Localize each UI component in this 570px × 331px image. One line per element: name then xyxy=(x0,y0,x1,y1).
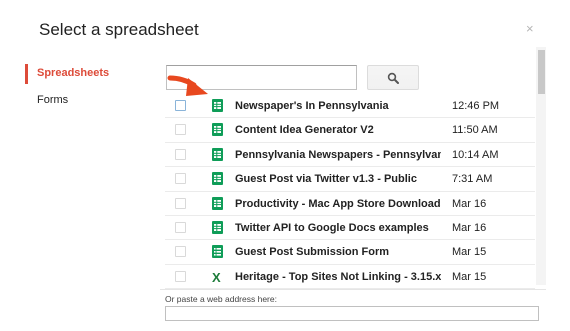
paste-url-input[interactable] xyxy=(165,306,539,321)
forms-icon xyxy=(212,245,223,259)
svg-text:X: X xyxy=(212,270,221,283)
file-row[interactable]: Twitter API to Google Docs examples Mar 1… xyxy=(165,216,535,241)
file-modified-time: Mar 16 xyxy=(452,221,487,234)
file-row[interactable]: Content Idea Generator V2 11:50 AM xyxy=(165,118,535,143)
annotation-arrow-icon xyxy=(167,75,208,96)
file-checkbox[interactable] xyxy=(175,148,186,160)
file-row[interactable]: Newspaper's In Pennsylvania 12:46 PM xyxy=(165,94,535,119)
file-name: Newspaper's In Pennsylvania xyxy=(235,100,389,112)
file-modified-time: Mar 15 xyxy=(452,270,487,283)
file-name: Productivity - Mac App Store Downloads o… xyxy=(235,197,441,210)
file-checkbox[interactable] xyxy=(175,197,186,209)
file-list: Newspaper's In Pennsylvania 12:46 PM Conte… xyxy=(165,94,535,290)
file-checkbox[interactable] xyxy=(175,270,186,282)
file-row[interactable]: Guest Post via Twitter v1.3 - Public 7:31… xyxy=(165,167,535,192)
sidebar-item-spreadsheets[interactable]: Spreadsheets xyxy=(25,60,145,87)
sheets-icon xyxy=(212,172,223,186)
file-name: Pennsylvania Newspapers - Pennsylvania .… xyxy=(235,148,441,161)
file-name: Content Idea Generator V2 xyxy=(235,124,374,137)
file-checkbox[interactable] xyxy=(175,246,186,258)
file-row[interactable]: Pennsylvania Newspapers - Pennsylvania .… xyxy=(165,143,535,168)
file-checkbox[interactable] xyxy=(175,221,186,233)
sheets-icon xyxy=(212,196,223,210)
file-modified-time: Mar 16 xyxy=(452,197,487,210)
file-checkbox[interactable] xyxy=(175,124,186,136)
file-checkbox[interactable] xyxy=(175,173,186,185)
sidebar-item-forms[interactable]: Forms xyxy=(25,87,145,114)
file-modified-time: Mar 15 xyxy=(452,246,487,259)
paste-url-label: Or paste a web address here: xyxy=(165,294,277,304)
file-row[interactable]: X Heritage - Top Sites Not Linking - 3.15… xyxy=(165,265,535,290)
dialog-title: Select a spreadsheet xyxy=(39,20,199,39)
file-row[interactable]: Productivity - Mac App Store Downloads o… xyxy=(165,192,535,216)
file-name: Guest Post Submission Form xyxy=(235,246,390,259)
scrollbar-thumb[interactable] xyxy=(538,50,545,94)
excel-icon: X xyxy=(212,270,223,285)
sheets-icon xyxy=(212,220,223,234)
sheets-icon xyxy=(212,147,223,161)
file-row[interactable]: Guest Post Submission Form Mar 15 xyxy=(165,240,535,265)
file-modified-time: 11:50 AM xyxy=(452,124,498,137)
search-button[interactable] xyxy=(367,65,419,90)
file-name: Guest Post via Twitter v1.3 - Public xyxy=(235,173,417,186)
file-name: Heritage - Top Sites Not Linking - 3.15.… xyxy=(235,270,441,283)
search-icon xyxy=(387,72,399,84)
sidebar: Spreadsheets Forms xyxy=(25,60,145,114)
file-modified-time: 12:46 PM xyxy=(452,100,500,112)
divider xyxy=(160,289,546,290)
close-icon[interactable]: × xyxy=(526,22,534,35)
sheets-icon xyxy=(212,123,223,137)
file-modified-time: 10:14 AM xyxy=(452,148,499,161)
file-modified-time: 7:31 AM xyxy=(452,173,493,186)
file-name: Twitter API to Google Docs examples xyxy=(235,221,429,234)
